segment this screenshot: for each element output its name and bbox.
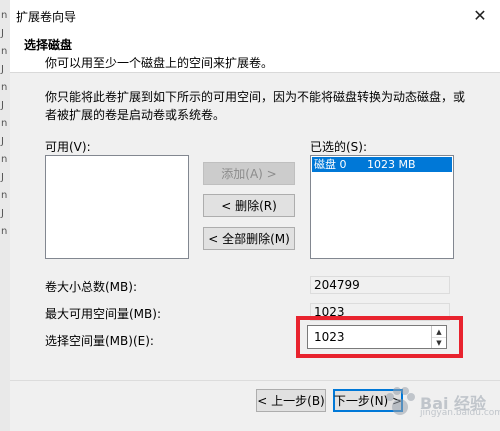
page-title: 选择磁盘: [24, 38, 73, 52]
window-title: 扩展卷向导: [16, 10, 77, 24]
watermark-url: jingyan.baidu.com: [420, 408, 500, 418]
selected-label: 已选的(S):: [310, 140, 368, 154]
spinner-buttons: ▲ ▼: [431, 326, 446, 348]
back-button[interactable]: < 上一步(B): [256, 389, 326, 412]
description-text: 你只能将此卷扩展到如下所示的可用空间，因为不能将磁盘转换为动态磁盘，或者被扩展的…: [45, 90, 466, 122]
spin-down-icon[interactable]: ▼: [432, 337, 446, 348]
list-item[interactable]: 磁盘 0 1023 MB: [312, 157, 452, 172]
total-size-value: 204799: [310, 276, 450, 294]
extend-volume-wizard: 扩展卷向导 ✕ 选择磁盘 你可以用至少一个磁盘上的空间来扩展卷。 你只能将此卷扩…: [10, 0, 500, 431]
max-space-value: 1023: [310, 303, 450, 321]
paw-logo-icon: [386, 387, 415, 415]
max-space-label: 最大可用空间量(MB):: [45, 307, 161, 321]
background-glyph: n: [1, 46, 8, 57]
space-amount-spinner[interactable]: 1023 ▲ ▼: [307, 325, 447, 349]
background-glyph: J: [1, 136, 4, 147]
available-disks-list[interactable]: [45, 155, 189, 259]
background-glyph: J: [1, 208, 4, 219]
background-glyph: n: [1, 190, 8, 201]
remove-all-button[interactable]: < 全部删除(M): [203, 227, 295, 250]
select-amount-label: 选择空间量(MB)(E):: [45, 334, 154, 348]
background-window-edge: nJnJnJnJnJnJn: [0, 0, 10, 431]
close-icon[interactable]: ✕: [460, 0, 500, 30]
background-glyph: J: [1, 64, 4, 75]
background-glyph: J: [1, 28, 4, 39]
background-glyph: n: [1, 10, 8, 21]
available-label: 可用(V):: [45, 140, 91, 154]
watermark: Bai 经验 jingyan.baidu.com: [380, 380, 500, 425]
space-amount-value[interactable]: 1023: [314, 330, 345, 344]
background-glyph: n: [1, 82, 8, 93]
disk-size: 1023 MB: [367, 158, 416, 171]
background-glyph: n: [1, 154, 8, 165]
page-subtitle: 你可以用至少一个磁盘上的空间来扩展卷。: [45, 56, 274, 70]
total-size-label: 卷大小总数(MB):: [45, 280, 137, 294]
remove-button[interactable]: < 删除(R): [203, 194, 295, 217]
background-glyph: n: [1, 118, 8, 129]
selected-disks-list[interactable]: 磁盘 0 1023 MB: [310, 155, 454, 259]
add-button[interactable]: 添加(A) >: [203, 162, 295, 185]
disk-name: 磁盘 0: [314, 158, 347, 171]
title-bar: 扩展卷向导 ✕: [10, 0, 500, 30]
background-glyph: J: [1, 100, 4, 111]
wizard-header: 选择磁盘 你可以用至少一个磁盘上的空间来扩展卷。: [10, 30, 500, 73]
background-glyph: n: [1, 226, 8, 237]
background-glyph: J: [1, 172, 4, 183]
